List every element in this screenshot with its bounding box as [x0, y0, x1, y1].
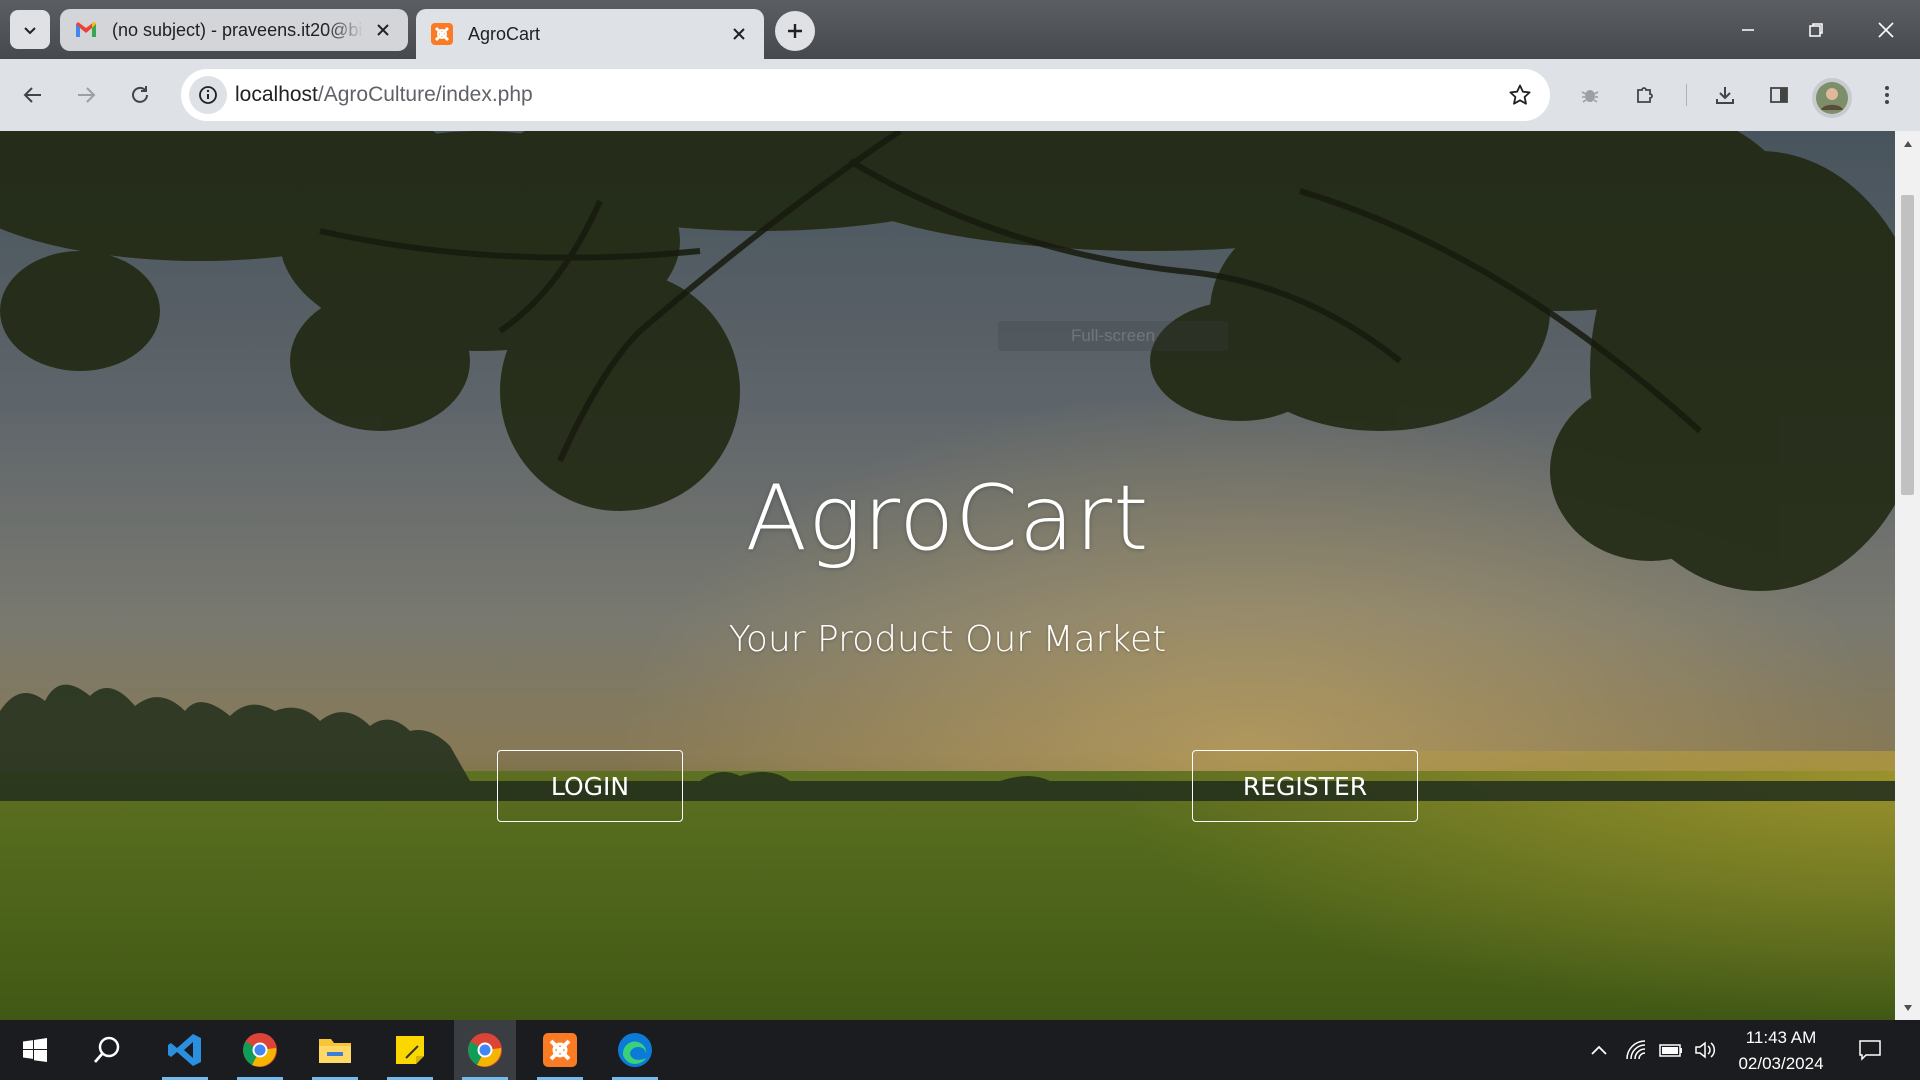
gmail-icon [74, 18, 98, 42]
xampp-icon [543, 1033, 577, 1067]
hero-title: AgroCart [745, 466, 1150, 571]
side-panel-button[interactable] [1760, 76, 1798, 114]
tray-battery[interactable] [1657, 1036, 1685, 1064]
chevron-up-icon [1590, 1044, 1608, 1056]
tray-network[interactable] [1622, 1036, 1650, 1064]
toolbar-separator [1686, 84, 1687, 106]
reload-button[interactable] [121, 76, 159, 114]
url-text[interactable]: localhost/AgroCulture/index.php [235, 83, 533, 107]
restore-button[interactable] [1782, 0, 1850, 59]
address-bar[interactable]: localhost/AgroCulture/index.php [181, 69, 1550, 121]
xampp-icon [430, 22, 454, 46]
minimize-icon [1740, 22, 1756, 38]
kebab-menu-icon [1884, 84, 1890, 106]
avatar-icon [1816, 82, 1848, 114]
info-icon [198, 85, 218, 105]
bug-icon [1579, 84, 1601, 106]
tab-title: AgroCart [468, 23, 541, 44]
close-window-button[interactable] [1852, 0, 1920, 59]
close-icon[interactable] [372, 19, 394, 41]
extensions-button[interactable] [1626, 76, 1664, 114]
taskbar-chrome-active[interactable] [454, 1020, 516, 1080]
search-button[interactable] [76, 1020, 138, 1080]
download-icon [1714, 84, 1736, 106]
dark-overlay [0, 131, 1895, 1020]
bookmark-star-button[interactable] [1506, 81, 1534, 109]
star-icon [1508, 83, 1532, 107]
taskbar-vscode[interactable] [154, 1020, 216, 1080]
menu-button[interactable] [1868, 76, 1906, 114]
vertical-scrollbar[interactable] [1895, 131, 1920, 1020]
chrome-icon [242, 1032, 278, 1068]
new-tab-button[interactable] [775, 11, 815, 51]
arrow-right-icon [75, 84, 97, 106]
chrome-icon [467, 1032, 503, 1068]
tray-notifications[interactable] [1856, 1036, 1884, 1064]
page-viewport: Full-screen AgroCart Your Product Our Ma… [0, 131, 1895, 1020]
taskbar-file-explorer[interactable] [304, 1020, 366, 1080]
forward-button[interactable] [67, 76, 105, 114]
scrollbar-thumb[interactable] [1901, 195, 1914, 495]
close-icon [1877, 21, 1895, 39]
downloads-button[interactable] [1706, 76, 1744, 114]
extension-bug-button[interactable] [1571, 76, 1609, 114]
start-button[interactable] [4, 1020, 66, 1080]
windows-taskbar: 11:43 AM 02/03/2024 [0, 1020, 1920, 1080]
profile-avatar[interactable] [1812, 78, 1852, 118]
tray-chevron-up[interactable] [1585, 1036, 1613, 1064]
arrow-left-icon [22, 84, 44, 106]
taskbar-chrome[interactable] [229, 1020, 291, 1080]
minimize-button[interactable] [1714, 0, 1782, 59]
clock-date: 02/03/2024 [1738, 1054, 1824, 1073]
url-host: localhost [235, 83, 318, 106]
tray-volume[interactable] [1692, 1036, 1720, 1064]
url-path: /AgroCulture/index.php [317, 83, 533, 106]
tab-title: (no subject) - praveens.it20@bi [112, 19, 363, 40]
scroll-down-arrow[interactable] [1901, 1001, 1914, 1014]
puzzle-icon [1634, 84, 1656, 106]
vscode-icon [167, 1032, 203, 1068]
sticky-notes-icon [394, 1034, 426, 1066]
plus-icon [786, 22, 804, 40]
clock-time: 11:43 AM [1745, 1028, 1817, 1047]
tab-agrocart[interactable]: AgroCart [416, 9, 764, 59]
taskbar-sticky-notes[interactable] [379, 1020, 441, 1080]
file-explorer-icon [317, 1034, 353, 1066]
battery-icon [1658, 1041, 1684, 1059]
notification-icon [1858, 1039, 1882, 1061]
edge-icon [617, 1032, 653, 1068]
system-clock[interactable]: 11:43 AM 02/03/2024 [1726, 1025, 1836, 1077]
site-info-button[interactable] [189, 76, 227, 114]
tab-search-button[interactable] [10, 10, 50, 49]
reload-icon [129, 84, 151, 106]
tab-strip: (no subject) - praveens.it20@bi AgroCart [0, 0, 1920, 59]
search-icon [92, 1035, 122, 1065]
register-button[interactable]: REGISTER [1192, 750, 1418, 822]
restore-icon [1808, 22, 1824, 38]
scroll-up-arrow[interactable] [1901, 137, 1914, 150]
hero-subtitle: Your Product Our Market [728, 619, 1167, 660]
taskbar-edge[interactable] [604, 1020, 666, 1080]
fullscreen-hint: Full-screen [998, 321, 1228, 351]
tab-gmail[interactable]: (no subject) - praveens.it20@bi [60, 9, 408, 51]
browser-toolbar: localhost/AgroCulture/index.php [0, 59, 1920, 131]
login-button[interactable]: LOGIN [497, 750, 683, 822]
volume-icon [1694, 1040, 1718, 1060]
chevron-down-icon [22, 22, 38, 38]
side-panel-icon [1768, 84, 1790, 106]
taskbar-xampp[interactable] [529, 1020, 591, 1080]
close-icon[interactable] [728, 23, 750, 45]
wifi-icon [1625, 1039, 1647, 1061]
back-button[interactable] [14, 76, 52, 114]
windows-start-icon [23, 1038, 47, 1062]
